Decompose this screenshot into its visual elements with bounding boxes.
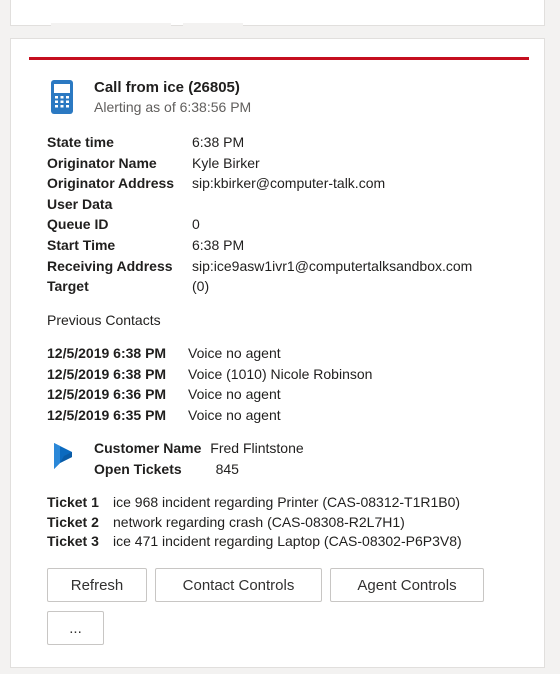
dynamics-365-icon: [54, 443, 72, 469]
previous-card-button-fragment: [51, 23, 171, 26]
ticket-description: ice 471 incident regarding Laptop (CAS-0…: [113, 533, 462, 549]
contact-date: 12/5/2019 6:38 PM: [47, 365, 167, 382]
detail-label: Receiving Address: [47, 257, 173, 274]
detail-label: Queue ID: [47, 216, 109, 233]
ticket-label: Ticket 3: [47, 533, 99, 549]
detail-value: 0: [192, 216, 200, 233]
contact-controls-button[interactable]: Contact Controls: [155, 568, 322, 602]
previous-card-fragment: [10, 0, 545, 26]
detail-value: sip:ice9asw1ivr1@computertalksandbox.com: [192, 257, 473, 274]
detail-value: 6:38 PM: [192, 134, 245, 150]
contact-description: Voice (1010) Nicole Robinson: [188, 365, 373, 382]
refresh-button[interactable]: Refresh: [47, 568, 147, 602]
call-status: Alerting as of 6:38:56 PM: [94, 99, 252, 115]
open-tickets-row: Open Tickets 845: [94, 461, 239, 477]
previous-contacts-heading: Previous Contacts: [47, 312, 161, 328]
contact-date: 12/5/2019 6:38 PM: [47, 345, 167, 361]
ticket-label: Ticket 2: [47, 513, 99, 530]
detail-value: Kyle Birker: [192, 154, 260, 171]
open-tickets-label: Open Tickets: [94, 461, 182, 477]
previous-card-button-fragment: [183, 23, 243, 26]
customer-name-value: Fred Flintstone: [210, 440, 304, 456]
detail-value: sip:kbirker@computer-talk.com: [192, 175, 386, 192]
detail-label: Start Time: [47, 236, 116, 253]
alert-accent-bar: [29, 57, 529, 60]
detail-label: User Data: [47, 195, 113, 212]
ticket-description: ice 968 incident regarding Printer (CAS-…: [113, 494, 461, 510]
call-title: Call from ice (26805): [94, 79, 240, 96]
detail-label: Target: [47, 278, 89, 295]
contact-date: 12/5/2019 6:36 PM: [47, 386, 167, 402]
detail-label: Originator Name: [47, 154, 157, 171]
contact-date: 12/5/2019 6:35 PM: [47, 406, 167, 423]
mobile-phone-icon: [51, 80, 73, 114]
contact-description: Voice no agent: [188, 386, 281, 402]
customer-name-row: Customer Name Fred Flintstone: [94, 440, 304, 456]
detail-value: 6:38 PM: [192, 236, 245, 253]
open-tickets-value: 845: [215, 461, 239, 477]
ticket-description: network regarding crash (CAS-08308-R2L7H…: [113, 513, 405, 530]
more-options-button[interactable]: ...: [47, 611, 104, 645]
detail-value: (0): [192, 278, 210, 295]
agent-controls-button[interactable]: Agent Controls: [330, 568, 484, 602]
customer-name-label: Customer Name: [94, 440, 202, 456]
detail-label: State time: [47, 134, 114, 150]
contact-description: Voice no agent: [188, 406, 281, 423]
ticket-label: Ticket 1: [47, 494, 99, 510]
contact-description: Voice no agent: [188, 345, 281, 361]
detail-label: Originator Address: [47, 175, 175, 192]
